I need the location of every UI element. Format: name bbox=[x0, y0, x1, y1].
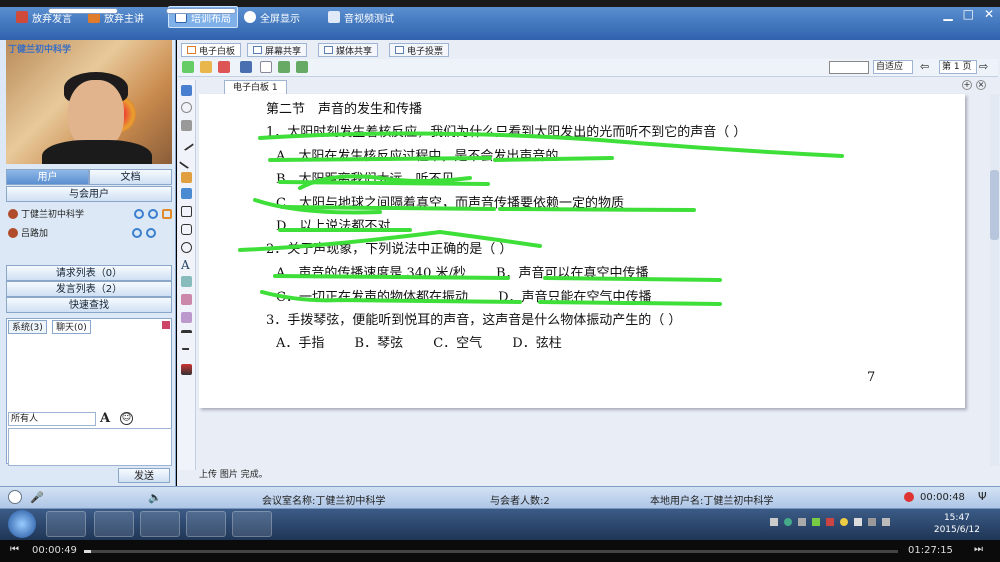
record-icon[interactable] bbox=[904, 492, 914, 502]
annotation-stroke bbox=[493, 156, 614, 162]
elapsed-time: 00:00:49 bbox=[32, 545, 77, 556]
mic-level-icon[interactable]: 🎤 bbox=[30, 491, 44, 504]
tray-icon[interactable] bbox=[854, 518, 862, 526]
skip-forward-icon[interactable]: ⏭ bbox=[974, 544, 983, 555]
taskbar-app-explorer[interactable] bbox=[140, 511, 180, 537]
tray-icon[interactable] bbox=[840, 518, 848, 526]
tray-icon[interactable] bbox=[798, 518, 806, 526]
annotation-stroke bbox=[538, 300, 722, 306]
annotation-stroke bbox=[268, 156, 492, 162]
seek-bar[interactable] bbox=[84, 550, 898, 553]
speaker-icon[interactable]: 🔈 bbox=[148, 491, 162, 504]
tray-icon[interactable] bbox=[770, 518, 778, 526]
status-bar: 上传 图片 完成。 bbox=[197, 467, 999, 483]
annotation-stroke bbox=[543, 276, 722, 282]
skip-back-icon[interactable]: ⏮ bbox=[10, 544, 19, 555]
taskbar-app-1[interactable] bbox=[46, 511, 86, 537]
seek-progress bbox=[84, 550, 92, 553]
local-user: 本地用户名:丁健兰初中科学 bbox=[650, 496, 774, 507]
attendee-count: 与会者人数:2 bbox=[490, 496, 550, 507]
scrollbar-thumb[interactable] bbox=[990, 170, 999, 240]
total-time: 01:27:15 bbox=[908, 545, 953, 556]
mic-volume-slider[interactable] bbox=[48, 8, 118, 14]
start-button[interactable] bbox=[8, 510, 36, 538]
system-tray bbox=[770, 518, 920, 528]
annotation-stroke bbox=[260, 290, 522, 304]
tray-icon[interactable] bbox=[812, 518, 820, 526]
annotation-stroke bbox=[258, 131, 844, 158]
vertical-scrollbar[interactable] bbox=[990, 94, 999, 466]
taskbar-app-notes[interactable] bbox=[186, 511, 226, 537]
annotation-stroke bbox=[238, 230, 542, 252]
system-clock[interactable]: 15:47 2015/6/12 bbox=[934, 512, 980, 536]
tray-icon[interactable] bbox=[826, 518, 834, 526]
tray-icon[interactable] bbox=[784, 518, 792, 526]
annotation-stroke bbox=[498, 207, 696, 212]
session-timer: 00:00:48 bbox=[920, 492, 965, 503]
taskbar-app-chrome[interactable] bbox=[94, 511, 134, 537]
taskbar-app-meeting[interactable] bbox=[232, 511, 272, 537]
speaker-volume-slider[interactable] bbox=[166, 8, 236, 14]
settings-icon[interactable] bbox=[8, 490, 22, 504]
signal-icon: Ψ bbox=[978, 490, 987, 503]
annotation-stroke bbox=[273, 274, 510, 280]
annotation-stroke bbox=[280, 205, 496, 211]
volume-icon[interactable] bbox=[882, 518, 890, 526]
room-name: 会议室名称:丁健兰初中科学 bbox=[262, 496, 386, 507]
network-icon[interactable] bbox=[868, 518, 876, 526]
